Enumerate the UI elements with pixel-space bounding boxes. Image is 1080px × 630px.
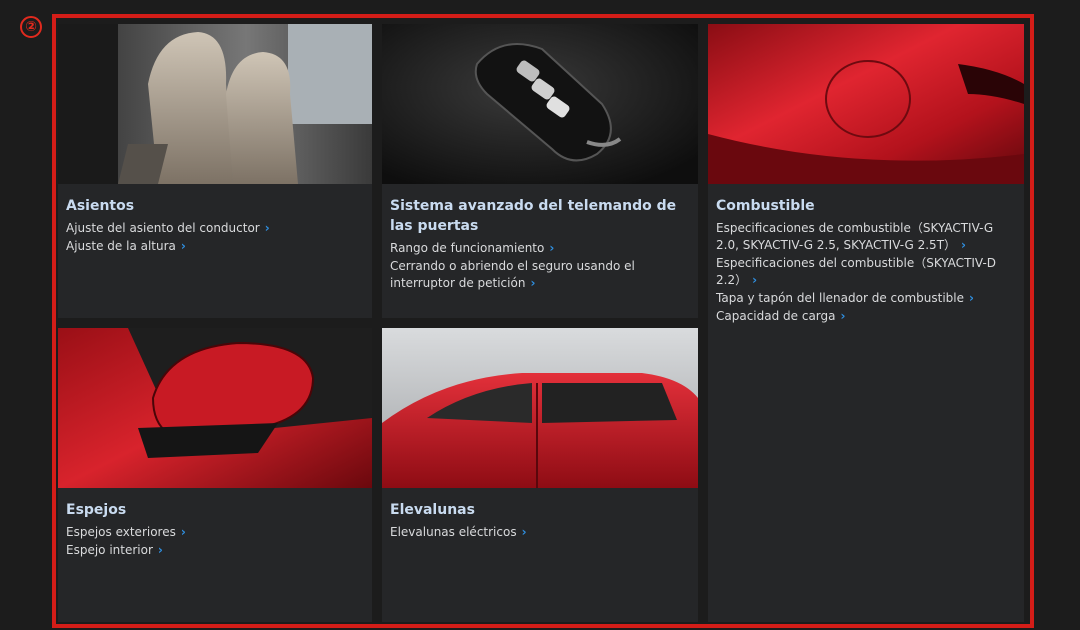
chevron-right-icon: › [840,309,846,323]
card-title: Sistema avanzado del telemando de las pu… [390,198,677,234]
card-title: Espejos [66,502,127,518]
link-operating-range[interactable]: Rango de funcionamiento › [390,240,690,257]
chevron-right-icon: › [264,221,270,235]
link-driver-seat-adjustment[interactable]: Ajuste del asiento del conductor › [66,220,364,237]
car-windows-image [382,328,698,488]
chevron-right-icon: › [961,238,966,252]
link-fuel-spec-skyactiv-g[interactable]: Especificaciones de combustible（SKYACTIV… [716,220,1016,254]
side-mirror-image [58,328,372,488]
section-number-badge: ② [20,16,42,38]
link-request-switch-lock[interactable]: Cerrando o abriendo el seguro usando el … [390,258,690,292]
link-exterior-mirrors[interactable]: Espejos exteriores › [66,524,364,541]
chevron-right-icon: › [157,543,163,557]
card-asientos: Asientos Ajuste del asiento del conducto… [58,24,372,318]
fuel-door-image [708,24,1024,184]
card-title: Elevalunas [390,502,475,518]
smart-key-image [382,24,698,184]
card-title: Asientos [66,198,135,214]
chevron-right-icon: › [549,241,555,255]
card-combustible: Combustible Especificaciones de combusti… [708,24,1024,622]
link-height-adjustment[interactable]: Ajuste de la altura › [66,238,364,255]
chevron-right-icon: › [530,276,536,290]
chevron-right-icon: › [521,525,527,539]
chevron-right-icon: › [969,291,974,305]
link-fuel-spec-skyactiv-d[interactable]: Especificaciones del combustible（SKYACTI… [716,255,1016,289]
link-load-capacity[interactable]: Capacidad de carga › [716,308,1016,325]
link-fuel-cap[interactable]: Tapa y tapón del llenador de combustible… [716,290,1016,307]
chevron-right-icon: › [180,525,186,539]
chevron-right-icon: › [752,273,758,287]
card-title: Combustible [716,198,815,214]
card-smart-key: Sistema avanzado del telemando de las pu… [382,24,698,318]
link-power-windows[interactable]: Elevalunas eléctricos › [390,524,690,541]
chevron-right-icon: › [180,239,186,253]
card-elevalunas: Elevalunas Elevalunas eléctricos › [382,328,698,622]
link-interior-mirror[interactable]: Espejo interior › [66,542,364,559]
card-espejos: Espejos Espejos exteriores › Espejo inter… [58,328,372,622]
car-seats-image [58,24,372,184]
